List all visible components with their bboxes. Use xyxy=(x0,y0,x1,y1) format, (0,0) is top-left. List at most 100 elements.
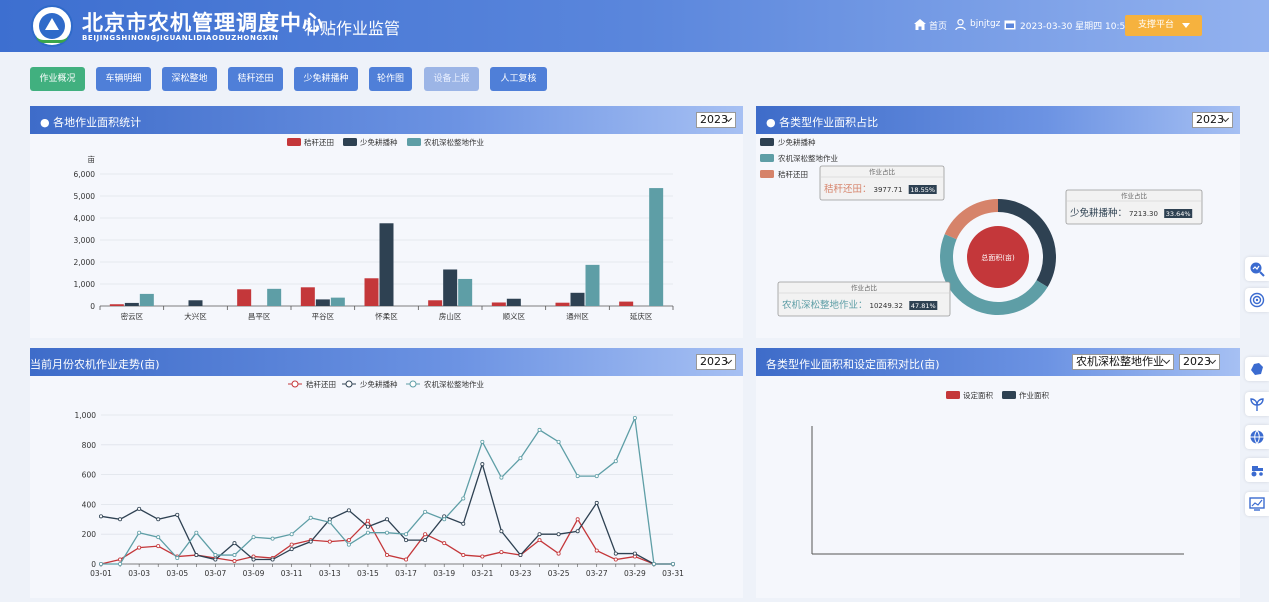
year-select[interactable]: 2023 xyxy=(696,112,736,128)
data-point xyxy=(518,553,523,558)
tab-vehicle-details[interactable]: 车辆明细 xyxy=(96,67,151,91)
data-point xyxy=(556,532,561,537)
top-header: 北京市农机管理调度中心 BEIJINGSHINONGJIGUANLIDIAODU… xyxy=(0,0,1269,52)
data-point xyxy=(137,530,142,535)
panel-header: ● 各类型作业面积占比 2023 xyxy=(756,106,1240,134)
data-point xyxy=(632,415,637,420)
legend-marker xyxy=(345,380,353,388)
type-share-donut-chart: 总面积(亩)少免耕播种农机深松整地作业秸秆还田作业占比少免耕播种： 7213.30… xyxy=(760,137,1203,317)
legend-swatch xyxy=(760,138,774,146)
x-tick-label: 03-25 xyxy=(548,569,570,578)
tool-target[interactable] xyxy=(1245,288,1269,312)
data-point xyxy=(365,518,370,523)
x-tick-label: 密云区 xyxy=(121,311,144,321)
tab-straw-return[interactable]: 秸秆还田 xyxy=(228,67,283,91)
panel-title: 各类型作业面积和设定面积对比(亩) xyxy=(766,358,940,371)
year-value: 2023 xyxy=(700,113,728,126)
data-point xyxy=(289,547,294,552)
globe-icon xyxy=(1250,430,1264,445)
tool-plant[interactable] xyxy=(1245,392,1269,416)
x-tick-label: 03-03 xyxy=(128,569,150,578)
tool-tractor[interactable] xyxy=(1245,458,1269,482)
x-tick-label: 昌平区 xyxy=(248,312,271,321)
y-tick-label: 1,000 xyxy=(75,411,97,420)
tab-rotation-map[interactable]: 轮作图 xyxy=(369,67,412,91)
panel-header: 各类型作业面积和设定面积对比(亩) 农机深松整地作业 2023 xyxy=(756,348,1240,376)
data-point xyxy=(270,536,275,541)
x-tick-label: 怀柔区 xyxy=(375,311,398,321)
data-point xyxy=(613,551,618,556)
tool-globe[interactable] xyxy=(1245,425,1269,449)
bar xyxy=(330,297,345,306)
year-select[interactable]: 2023 xyxy=(1192,112,1233,128)
area-stats-panel: ● 各地作业面积统计 2023 0 1,000 2,000 3,000 4,000 5,0… xyxy=(30,106,743,338)
tool-map[interactable] xyxy=(1245,357,1269,381)
panel-title: ● 各类型作业面积占比 xyxy=(766,116,879,129)
bar xyxy=(109,304,124,306)
data-point xyxy=(461,553,466,558)
tooltip-box: 作业占比秸秆还田： 3977.71 18.55% xyxy=(819,165,945,201)
data-point xyxy=(518,456,523,461)
data-point xyxy=(384,530,389,535)
data-point xyxy=(537,532,542,537)
x-tick-label: 平谷区 xyxy=(312,312,335,321)
logo-leaf-icon xyxy=(36,35,68,43)
year-select[interactable]: 2023 xyxy=(1179,354,1220,370)
work-type-select[interactable]: 农机深松整地作业 xyxy=(1072,354,1174,370)
home-icon[interactable] xyxy=(914,19,926,30)
data-point xyxy=(594,500,599,505)
legend-swatch xyxy=(407,138,421,146)
tool-monitor[interactable] xyxy=(1245,492,1269,516)
data-point xyxy=(423,509,428,514)
legend-swatch xyxy=(1002,391,1016,399)
legend-label: 农机深松整地作业 xyxy=(424,379,484,389)
data-point xyxy=(613,459,618,464)
legend-swatch xyxy=(343,138,357,146)
legend-label: 少免耕播种 xyxy=(360,137,398,147)
bar xyxy=(237,289,252,306)
year-value: 2023 xyxy=(700,355,728,368)
data-point xyxy=(442,541,447,546)
calendar-icon xyxy=(1004,20,1016,30)
x-tick-label: 03-13 xyxy=(319,569,341,578)
data-point xyxy=(480,554,485,559)
bar xyxy=(491,302,506,306)
tooltip-value: 3977.71 xyxy=(874,186,903,194)
platform-dropdown-button[interactable]: 支撑平台 xyxy=(1125,15,1202,36)
year-select[interactable]: 2023 xyxy=(696,354,736,370)
data-point xyxy=(537,538,542,543)
data-point xyxy=(270,557,275,562)
tab-deep-loosening[interactable]: 深松整地 xyxy=(162,67,217,91)
tooltip-name: 少免耕播种： xyxy=(1070,207,1127,219)
data-point xyxy=(346,508,351,513)
data-point xyxy=(537,427,542,432)
data-point xyxy=(251,557,256,562)
tool-chart-search[interactable] xyxy=(1245,257,1269,281)
bar xyxy=(315,299,330,306)
data-point xyxy=(99,561,104,566)
data-point xyxy=(404,538,409,543)
bar xyxy=(428,300,443,306)
data-point xyxy=(156,544,161,549)
data-point xyxy=(194,530,199,535)
x-tick-label: 03-17 xyxy=(395,569,417,578)
home-link[interactable]: 首页 xyxy=(929,19,947,32)
y-tick-label: 3,000 xyxy=(74,236,96,245)
data-point xyxy=(156,517,161,522)
series-line xyxy=(101,415,673,565)
x-tick-label: 房山区 xyxy=(439,311,462,321)
map-region-icon xyxy=(1251,363,1263,375)
legend-label: 农机深松整地作业 xyxy=(778,153,838,163)
chart-search-icon xyxy=(1250,262,1265,277)
legend-label: 设定面积 xyxy=(963,390,993,400)
tab-manual-review[interactable]: 人工复核 xyxy=(490,67,547,91)
data-point xyxy=(442,517,447,522)
tab-no-till-sowing[interactable]: 少免耕播种 xyxy=(294,67,358,91)
data-point xyxy=(461,521,466,526)
bar xyxy=(364,278,379,306)
data-point xyxy=(480,462,485,467)
y-tick-label: 200 xyxy=(82,530,97,539)
series-line xyxy=(100,461,673,565)
month-trend-line-chart: 0 200 400 600 800 1,000 03-01 03-03 03-05 03-07 03… xyxy=(75,379,685,578)
tab-overview[interactable]: 作业概况 xyxy=(30,67,85,91)
